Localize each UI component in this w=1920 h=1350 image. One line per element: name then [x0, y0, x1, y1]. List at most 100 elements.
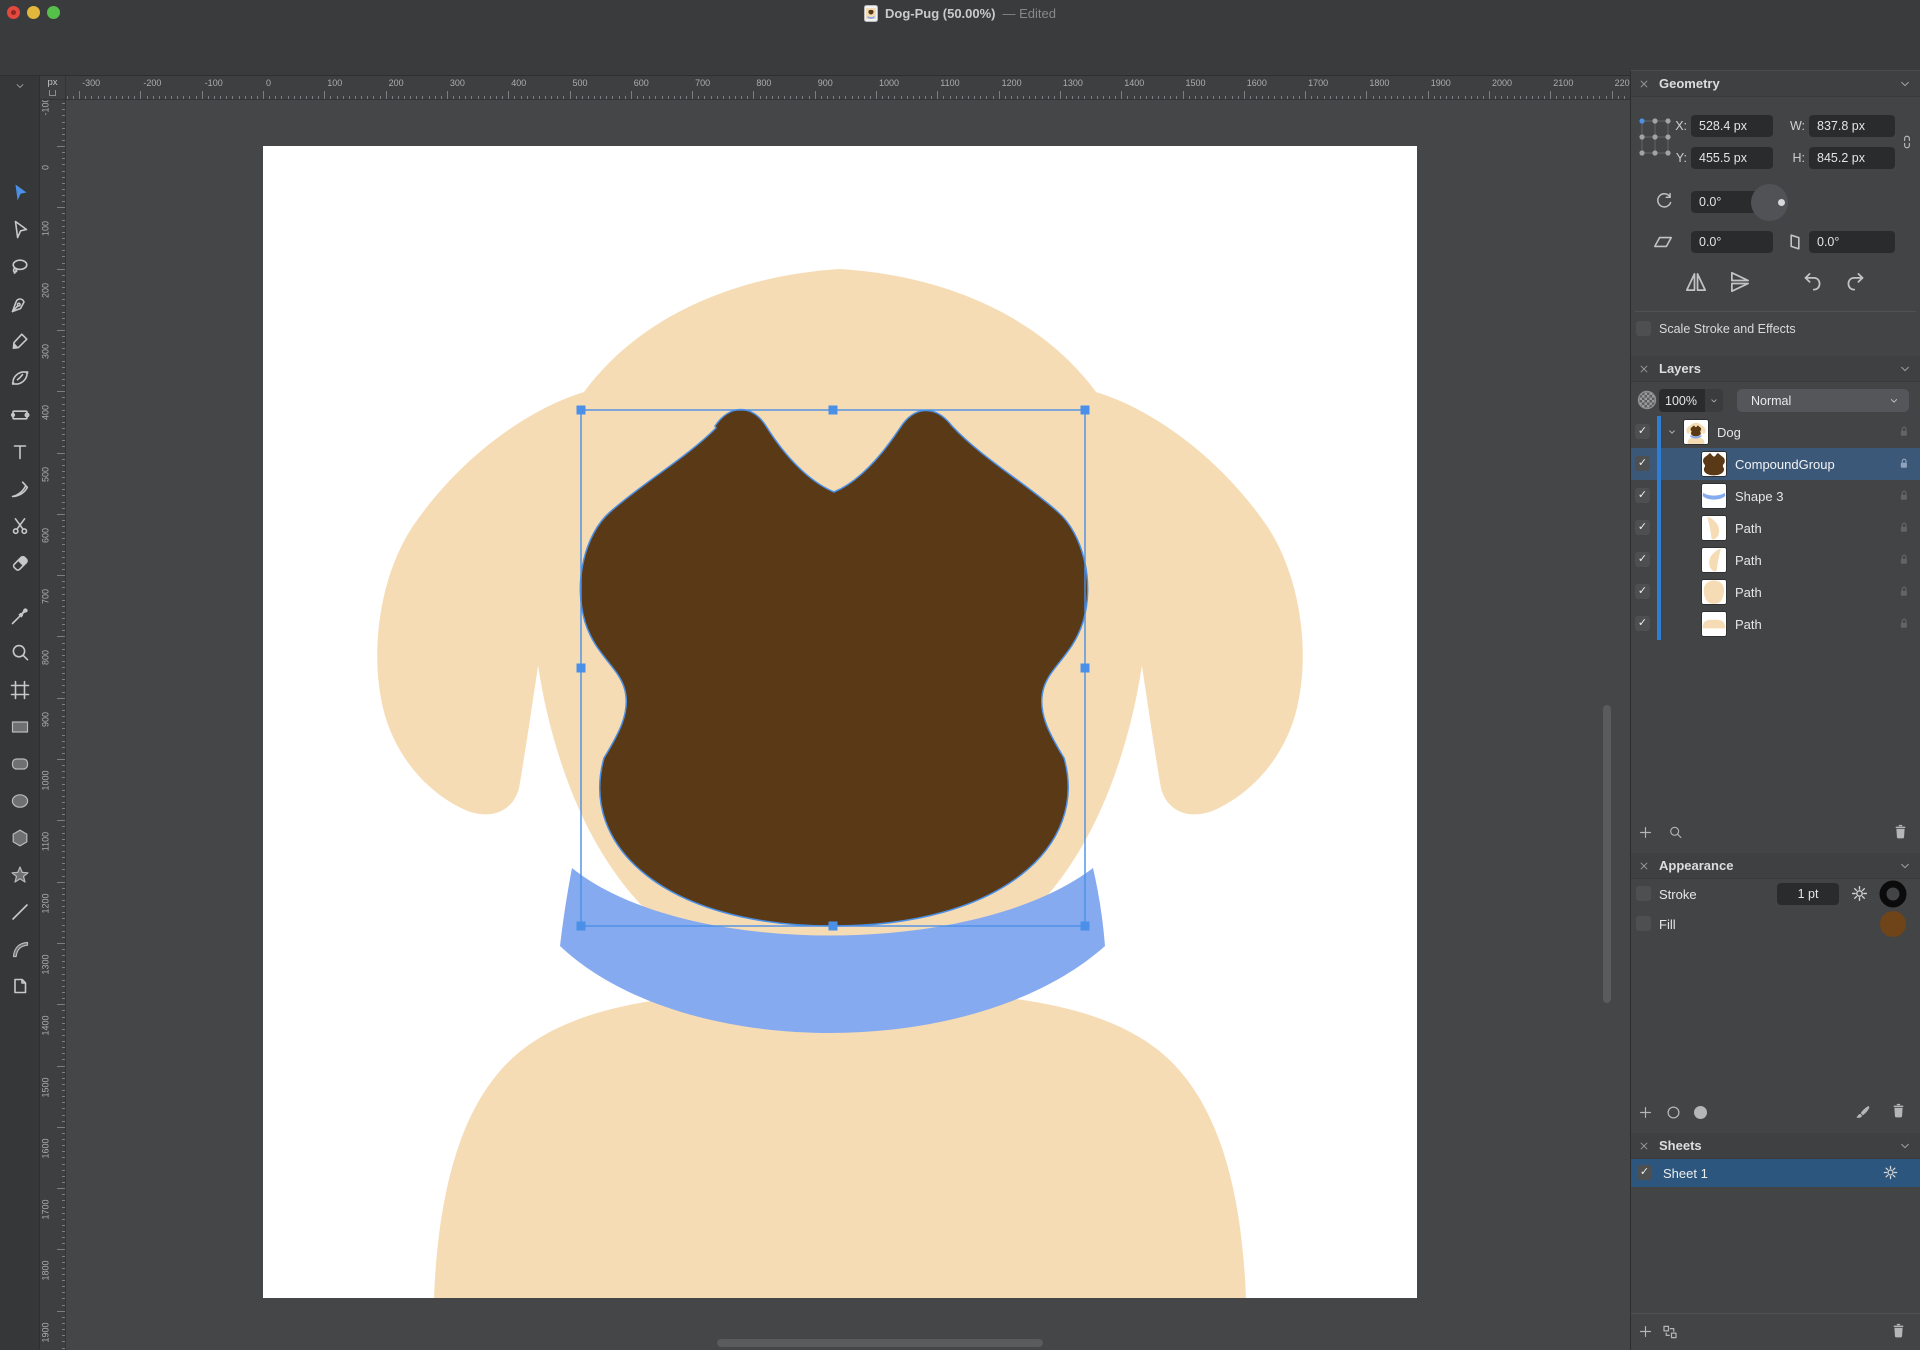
layer-row-compoundgroup[interactable]: ✓ CompoundGroup — [1631, 448, 1920, 480]
chevron-down-icon[interactable] — [1897, 76, 1913, 92]
selection-handle[interactable] — [828, 921, 838, 931]
selection-handle[interactable] — [1080, 663, 1090, 673]
scissors-tool[interactable] — [8, 514, 32, 538]
layer-visibility-checkbox[interactable]: ✓ — [1635, 552, 1650, 567]
ruler-unit-corner[interactable]: px — [40, 76, 66, 100]
add-layer-button[interactable] — [1637, 824, 1654, 841]
lock-icon[interactable] — [1895, 583, 1912, 600]
sheet-visibility-checkbox[interactable]: ✓ — [1637, 1165, 1652, 1180]
fill-tool[interactable] — [8, 403, 32, 427]
stroke-style-ring-icon[interactable] — [1664, 1103, 1683, 1122]
scale-stroke-checkbox[interactable] — [1636, 321, 1651, 336]
delete-appearance-button[interactable] — [1889, 1101, 1908, 1120]
dog-body-shape[interactable] — [434, 990, 1246, 1298]
horizontal-ruler[interactable]: -300 -200 -100 0 100 200 300 400 500 600 700 800 900… — [66, 76, 1630, 100]
zoom-tool[interactable] — [8, 641, 32, 665]
palette-collapse-chevron-icon[interactable] — [13, 79, 27, 93]
stroke-settings-gear-icon[interactable] — [1849, 883, 1870, 904]
move-tool[interactable] — [8, 181, 32, 205]
sheet-settings-gear-icon[interactable] — [1881, 1163, 1900, 1182]
layer-opacity-field[interactable]: 100% — [1659, 389, 1705, 412]
vertical-scrollbar[interactable] — [1603, 705, 1611, 1003]
layer-row-path[interactable]: ✓ Path — [1631, 576, 1920, 608]
lock-icon[interactable] — [1895, 487, 1912, 504]
selection-handle[interactable] — [828, 405, 838, 415]
rotation-knob[interactable] — [1751, 184, 1788, 221]
stroke-checkbox[interactable] — [1636, 886, 1651, 901]
delete-sheet-button[interactable] — [1889, 1321, 1908, 1340]
shear-input[interactable]: 0.0° — [1691, 231, 1773, 253]
layer-row-dog[interactable]: ✓ Dog — [1631, 416, 1920, 448]
add-sheet-button[interactable] — [1637, 1323, 1654, 1340]
fill-style-dot-icon[interactable] — [1691, 1103, 1710, 1122]
layers-panel-header[interactable]: Layers — [1631, 356, 1920, 382]
appearance-panel-header[interactable]: Appearance — [1631, 853, 1920, 879]
sheets-panel-header[interactable]: Sheets — [1631, 1133, 1920, 1159]
skew-input[interactable]: 0.0° — [1809, 231, 1895, 253]
ellipse-tool[interactable] — [8, 789, 32, 813]
layer-visibility-checkbox[interactable]: ✓ — [1635, 424, 1650, 439]
delete-layer-button[interactable] — [1891, 822, 1910, 841]
y-input[interactable]: 455.5 px — [1691, 147, 1773, 169]
link-dimensions-icon[interactable] — [1899, 127, 1915, 157]
pen-tool[interactable] — [8, 292, 32, 316]
close-icon[interactable] — [1637, 77, 1651, 91]
chevron-down-icon[interactable] — [1897, 1138, 1913, 1154]
lock-icon[interactable] — [1895, 615, 1912, 632]
close-icon[interactable] — [1637, 1139, 1651, 1153]
h-input[interactable]: 845.2 px — [1809, 147, 1895, 169]
layer-expander-chevron-icon[interactable] — [1665, 425, 1679, 439]
layer-thumbnail[interactable] — [1701, 547, 1727, 573]
knife-tool[interactable] — [8, 477, 32, 501]
arrange-sheets-icon[interactable] — [1661, 1323, 1679, 1341]
blend-mode-dropdown[interactable]: Normal — [1737, 389, 1909, 412]
lock-icon[interactable] — [1895, 423, 1912, 440]
layer-visibility-checkbox[interactable]: ✓ — [1635, 520, 1650, 535]
layer-row-path[interactable]: ✓ Path — [1631, 608, 1920, 640]
rounded-rectangle-tool[interactable] — [8, 752, 32, 776]
fill-checkbox[interactable] — [1636, 916, 1651, 931]
stroke-width-field[interactable]: 1 pt — [1777, 883, 1839, 905]
w-input[interactable]: 837.8 px — [1809, 115, 1895, 137]
shape-builder-tool[interactable] — [8, 366, 32, 390]
lock-icon[interactable] — [1895, 519, 1912, 536]
brush-tool[interactable] — [8, 329, 32, 353]
x-input[interactable]: 528.4 px — [1691, 115, 1773, 137]
lasso-tool[interactable] — [8, 255, 32, 279]
layer-thumbnail[interactable] — [1701, 451, 1727, 477]
style-brush-icon[interactable] — [1853, 1103, 1872, 1122]
layer-visibility-checkbox[interactable]: ✓ — [1635, 584, 1650, 599]
stroke-color-swatch[interactable] — [1879, 880, 1907, 908]
fill-color-swatch[interactable] — [1879, 910, 1907, 938]
layer-thumbnail[interactable] — [1701, 579, 1727, 605]
artboard[interactable] — [263, 146, 1417, 1298]
flip-horizontal-button[interactable] — [1683, 269, 1709, 295]
add-appearance-button[interactable] — [1637, 1104, 1654, 1121]
layer-thumbnail[interactable] — [1701, 483, 1727, 509]
layer-row-path[interactable]: ✓ Path — [1631, 512, 1920, 544]
star-tool[interactable] — [8, 863, 32, 887]
vertical-ruler[interactable]: -100 0 100 200 300 400 500 600 700 800 900 1000 1100… — [40, 100, 66, 1350]
lock-icon[interactable] — [1895, 455, 1912, 472]
chevron-down-icon[interactable] — [1897, 361, 1913, 377]
horizontal-scrollbar[interactable] — [717, 1339, 1043, 1347]
search-layers-button[interactable] — [1667, 824, 1684, 841]
redo-button[interactable] — [1843, 269, 1869, 295]
selection-handle[interactable] — [576, 405, 586, 415]
geometry-panel-header[interactable]: Geometry — [1631, 71, 1920, 97]
selection-handle[interactable] — [1080, 921, 1090, 931]
layer-thumbnail[interactable] — [1701, 515, 1727, 541]
selection-handle[interactable] — [576, 921, 586, 931]
direct-selection-tool[interactable] — [8, 218, 32, 242]
layer-row-shape-3[interactable]: ✓ Shape 3 — [1631, 480, 1920, 512]
text-tool[interactable] — [8, 440, 32, 464]
selection-handle[interactable] — [1080, 405, 1090, 415]
close-icon[interactable] — [1637, 859, 1651, 873]
selection-handle[interactable] — [576, 663, 586, 673]
layer-visibility-checkbox[interactable]: ✓ — [1635, 456, 1650, 471]
lock-icon[interactable] — [1895, 551, 1912, 568]
flip-vertical-button[interactable] — [1727, 269, 1753, 295]
chevron-down-icon[interactable] — [1897, 858, 1913, 874]
eyedropper-tool[interactable] — [8, 604, 32, 628]
layer-visibility-checkbox[interactable]: ✓ — [1635, 616, 1650, 631]
